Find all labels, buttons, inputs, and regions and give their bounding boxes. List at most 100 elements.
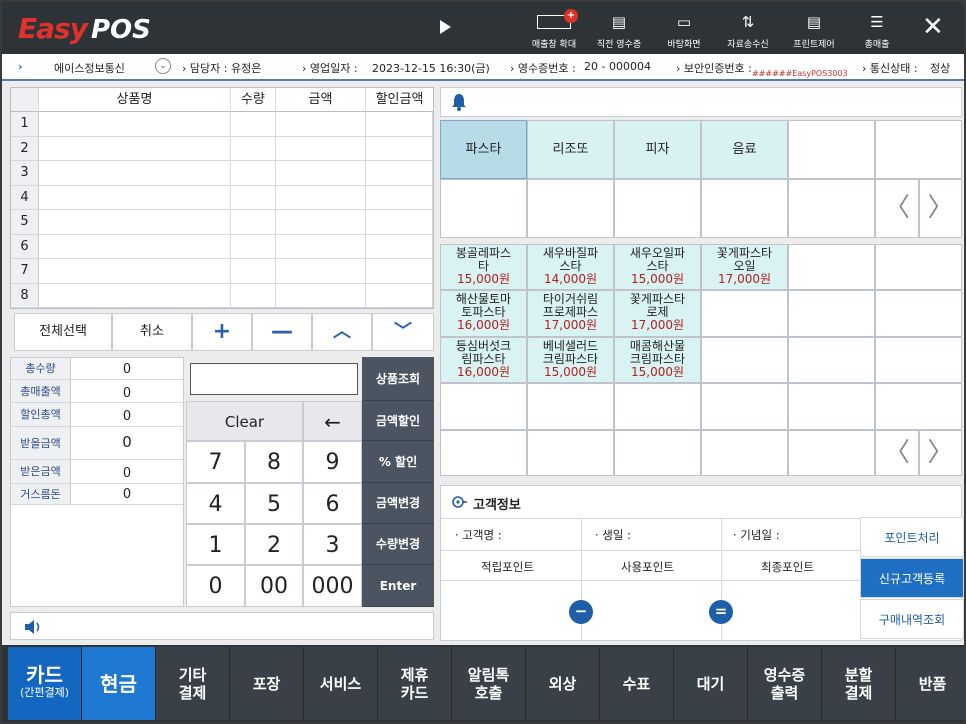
product-empty[interactable] <box>701 290 788 337</box>
product-button[interactable]: 매콤해산물 크림파스타 15,000원 <box>614 336 701 384</box>
cash-button[interactable]: 현금 <box>82 647 156 720</box>
key-7[interactable]: 7 <box>186 441 245 483</box>
table-cell[interactable] <box>39 234 231 259</box>
category-empty[interactable] <box>614 179 701 238</box>
table-cell[interactable] <box>39 283 231 308</box>
refund-button[interactable]: 반품 <box>896 647 966 720</box>
change-amount-button[interactable]: 금액변경 <box>362 483 434 524</box>
alimtalk-call-button[interactable]: 알림톡 호출 <box>452 647 526 720</box>
table-cell[interactable] <box>366 185 433 210</box>
category-risotto[interactable]: 리조또 <box>527 120 614 179</box>
clear-button[interactable]: Clear <box>186 401 303 441</box>
desktop-button[interactable]: ▭ 바탕화면 <box>656 8 712 50</box>
product-next-button[interactable]: 〉 <box>919 430 962 476</box>
previous-receipt-button[interactable]: ▤ 직전 영수증 <box>590 8 648 50</box>
key-00[interactable]: 00 <box>245 565 303 607</box>
category-pasta[interactable]: 파스타 <box>440 120 527 179</box>
table-cell[interactable] <box>276 112 366 137</box>
table-cell[interactable] <box>39 210 231 235</box>
product-button[interactable]: 새우바질파 스타 14,000원 <box>527 244 614 291</box>
category-pizza[interactable]: 피자 <box>614 120 701 179</box>
table-cell[interactable] <box>231 185 276 210</box>
product-empty[interactable] <box>875 336 962 384</box>
order-items-table[interactable]: 상품명 수량 금액 할인금액 1 2 3 4 5 6 7 8 <box>10 87 434 309</box>
key-5[interactable]: 5 <box>245 483 303 524</box>
chevron-down-button[interactable]: ﹀ <box>372 313 434 351</box>
change-quantity-button[interactable]: 수량변경 <box>362 524 434 565</box>
product-button[interactable]: 타이거쉬림 프로제파스 17,000원 <box>527 290 614 337</box>
key-0[interactable]: 0 <box>186 565 245 607</box>
table-cell[interactable] <box>276 185 366 210</box>
check-button[interactable]: 수표 <box>600 647 674 720</box>
cancel-button[interactable]: 취소 <box>112 313 192 351</box>
close-icon[interactable]: ✕ <box>922 14 944 40</box>
waiting-button[interactable]: 대기 <box>674 647 748 720</box>
table-cell[interactable] <box>39 185 231 210</box>
product-empty[interactable] <box>788 383 875 430</box>
product-empty[interactable] <box>614 383 701 430</box>
total-sales-button[interactable]: ☰ 총매출 <box>852 8 902 50</box>
product-empty[interactable] <box>788 244 875 291</box>
product-button[interactable]: 꽃게파스타 로제 17,000원 <box>614 290 701 337</box>
table-cell[interactable] <box>276 136 366 161</box>
table-cell[interactable] <box>231 210 276 235</box>
key-8[interactable]: 8 <box>245 441 303 483</box>
table-cell[interactable] <box>366 112 433 137</box>
speaker-icon[interactable] <box>23 618 47 636</box>
category-empty[interactable] <box>440 179 527 238</box>
table-cell[interactable] <box>39 259 231 284</box>
key-000[interactable]: 000 <box>303 565 362 607</box>
table-cell[interactable] <box>39 161 231 186</box>
table-cell[interactable] <box>231 234 276 259</box>
table-cell[interactable] <box>39 136 231 161</box>
table-cell[interactable] <box>276 259 366 284</box>
table-cell[interactable] <box>366 161 433 186</box>
table-cell[interactable] <box>366 259 433 284</box>
table-cell[interactable] <box>366 283 433 308</box>
product-search-button[interactable]: 상품조회 <box>362 357 434 401</box>
table-cell[interactable] <box>231 259 276 284</box>
minus-button[interactable]: — <box>252 313 312 351</box>
category-beverage[interactable]: 음료 <box>701 120 788 179</box>
other-payment-button[interactable]: 기타 결제 <box>156 647 230 720</box>
key-3[interactable]: 3 <box>303 524 362 565</box>
product-button[interactable]: 새우오일파 스타 15,000원 <box>614 244 701 291</box>
category-empty[interactable] <box>527 179 614 238</box>
product-empty[interactable] <box>788 290 875 337</box>
backspace-button[interactable]: ← <box>303 401 362 441</box>
keypad-input[interactable] <box>190 363 358 395</box>
category-empty[interactable] <box>875 120 962 179</box>
bell-icon[interactable] <box>451 93 467 111</box>
product-button[interactable]: 꽃게파스타 오일 17,000원 <box>701 244 788 291</box>
product-empty[interactable] <box>875 244 962 291</box>
category-empty[interactable] <box>788 120 875 179</box>
product-empty[interactable] <box>614 429 701 476</box>
key-4[interactable]: 4 <box>186 483 245 524</box>
table-cell[interactable] <box>276 210 366 235</box>
credit-button[interactable]: 외상 <box>526 647 600 720</box>
select-all-button[interactable]: 전체선택 <box>14 313 112 351</box>
table-cell[interactable] <box>231 161 276 186</box>
enter-button[interactable]: Enter <box>362 565 434 607</box>
chevron-up-button[interactable]: ︿ <box>312 313 372 351</box>
category-empty[interactable] <box>788 179 875 238</box>
table-cell[interactable] <box>39 112 231 137</box>
product-empty[interactable] <box>875 290 962 337</box>
product-empty[interactable] <box>788 336 875 384</box>
table-cell[interactable] <box>366 136 433 161</box>
new-customer-button[interactable]: 신규고객등록 <box>860 558 964 598</box>
product-empty[interactable] <box>875 383 962 430</box>
play-icon[interactable] <box>440 20 451 34</box>
table-cell[interactable] <box>231 283 276 308</box>
category-empty[interactable] <box>701 179 788 238</box>
partner-card-button[interactable]: 제휴 카드 <box>378 647 452 720</box>
category-prev-button[interactable]: 〈 <box>875 179 919 238</box>
product-empty[interactable] <box>527 383 614 430</box>
product-button[interactable]: 해산물토마 토파스타 16,000원 <box>440 290 527 337</box>
table-cell[interactable] <box>231 136 276 161</box>
card-button[interactable]: 카드 (간편결제) <box>8 647 82 720</box>
takeout-button[interactable]: 포장 <box>230 647 304 720</box>
split-payment-button[interactable]: 분할 결제 <box>822 647 896 720</box>
table-cell[interactable] <box>276 283 366 308</box>
product-empty[interactable] <box>788 429 875 476</box>
